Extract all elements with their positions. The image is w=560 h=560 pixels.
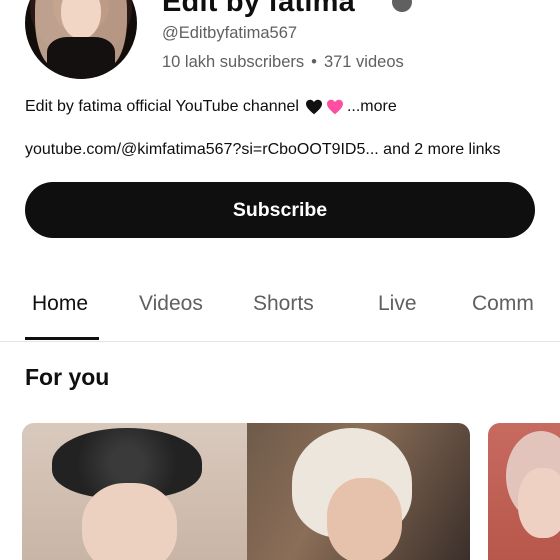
channel-name: Edit by fatima [162, 0, 355, 18]
thumbnail-left-panel [22, 423, 247, 560]
description-more-link[interactable]: ...more [347, 98, 397, 116]
description-text: Edit by fatima official YouTube channel [25, 98, 299, 115]
active-tab-indicator [25, 337, 99, 340]
tab-shorts[interactable]: Shorts [253, 292, 314, 316]
verified-badge-icon [392, 0, 412, 12]
pink-heart-icon [326, 99, 343, 115]
thumbnail-right-panel [247, 423, 470, 560]
subscribe-button[interactable]: Subscribe [25, 182, 535, 238]
avatar-clothing [47, 37, 115, 79]
thumbnail-face-left [82, 483, 177, 560]
section-title: For you [25, 364, 110, 390]
video-thumbnail[interactable] [22, 423, 470, 560]
thumbnail-face-right [327, 478, 402, 560]
channel-avatar[interactable] [25, 0, 137, 79]
stats-separator: • [311, 53, 317, 71]
black-heart-icon [305, 99, 322, 115]
video-count: 371 videos [323, 53, 404, 71]
tab-videos[interactable]: Videos [139, 292, 203, 316]
channel-stats: 10 lakh subscribers • 371 videos [162, 53, 404, 72]
thumbnail-face-next [518, 468, 560, 538]
channel-links[interactable]: youtube.com/@kimfatima567?si=rCboOOT9ID5… [25, 141, 501, 159]
video-thumbnail-next[interactable] [488, 423, 560, 560]
channel-description[interactable]: Edit by fatima official YouTube channel … [25, 98, 397, 116]
subscriber-count: 10 lakh subscribers [162, 53, 305, 71]
tab-home[interactable]: Home [32, 292, 88, 316]
channel-handle: @Editbyfatima567 [162, 24, 298, 42]
tab-live[interactable]: Live [378, 292, 417, 316]
tab-community[interactable]: Comm [472, 292, 534, 316]
channel-tabs: Home Videos Shorts Live Comm [0, 270, 560, 342]
